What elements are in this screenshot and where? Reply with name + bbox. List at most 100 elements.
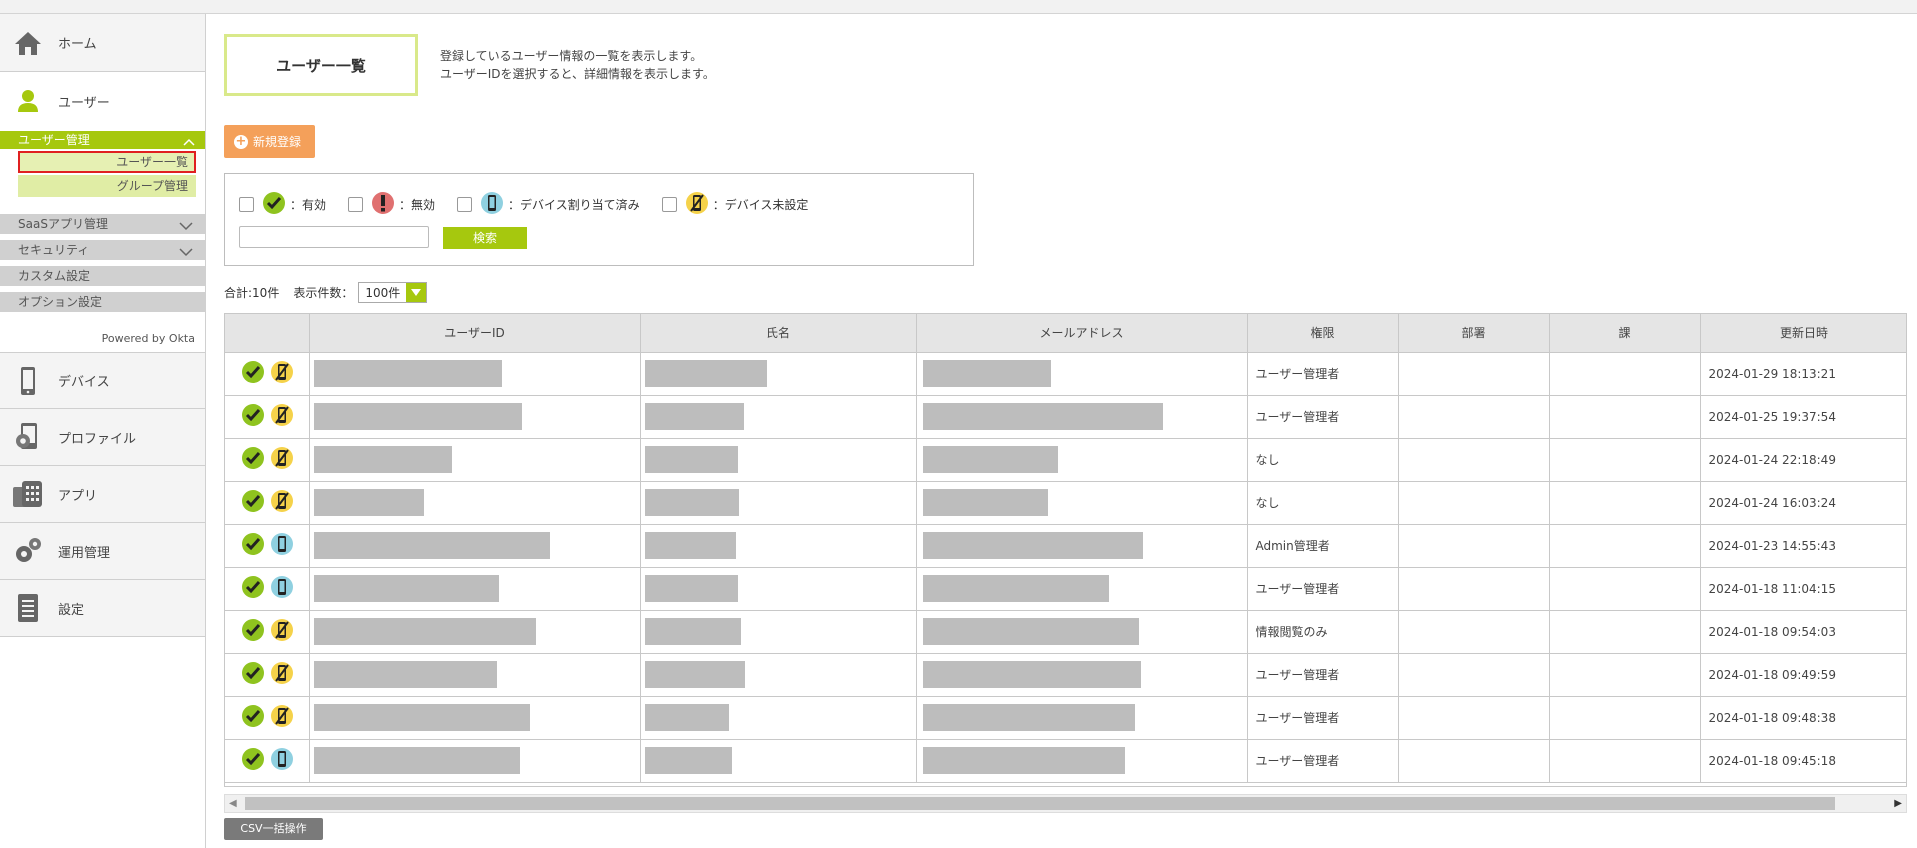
updated-cell: 2024-01-18 09:49:59 [1700,653,1906,697]
redacted-user-id[interactable] [313,360,502,387]
redacted-user-id[interactable] [313,489,424,516]
sidebar-item-user-list[interactable]: ユーザー一覧 [18,151,196,173]
redacted-user-id[interactable] [313,618,536,645]
nav-device[interactable]: デバイス [0,352,205,409]
col-section[interactable]: 課 [1549,314,1701,353]
device-unassigned-icon [270,489,294,516]
check-icon [241,446,265,473]
sidebar-item-group-mgmt[interactable]: グループ管理 [18,175,196,197]
nav-settings[interactable]: 設定 [0,580,205,637]
dept-cell [1398,739,1550,783]
filter-inactive-label: ：無効 [399,198,436,212]
scroll-right-icon[interactable]: ▶ [1894,798,1902,809]
redacted-name [644,575,738,602]
desc-line-2: ユーザーIDを選択すると、詳細情報を表示します。 [440,67,715,81]
col-email[interactable]: メールアドレス [916,314,1248,353]
search-button[interactable]: 検索 [443,227,527,249]
per-page-select[interactable]: 100件 [358,282,428,303]
nav-app-label: アプリ [58,488,98,504]
status-cell [225,739,310,783]
nav-home-label: ホーム [58,37,97,52]
col-user-id[interactable]: ユーザーID [309,314,641,353]
filter-device-unassigned[interactable]: ：デバイス未設定 [661,191,808,218]
user-table: ユーザーID 氏名 メールアドレス 権限 部署 課 更新日時 ユーザー管理者 20… [224,313,1907,787]
table-row[interactable]: なし 2024-01-24 22:18:49 [225,438,1906,482]
filter-device-assigned[interactable]: ：デバイス割り当て済み [457,191,640,218]
sidebar-saas[interactable]: SaaSアプリ管理 [0,214,205,234]
search-input[interactable] [239,226,429,248]
user-id-cell[interactable] [309,696,641,740]
nav-ops[interactable]: 運用管理 [0,523,205,580]
table-row[interactable]: Admin管理者 2024-01-23 14:55:43 [225,524,1906,568]
user-id-cell[interactable] [309,481,641,525]
user-id-cell[interactable] [309,653,641,697]
redacted-user-id[interactable] [313,575,499,602]
filter-active[interactable]: ：有効 [239,191,326,218]
checkbox-active[interactable] [239,197,254,212]
nav-profile[interactable]: プロファイル [0,409,205,466]
email-cell [916,653,1248,697]
section-cell [1549,352,1701,396]
sidebar-option[interactable]: オプション設定 [0,292,205,312]
name-cell [640,610,917,654]
col-updated[interactable]: 更新日時 [1700,314,1906,353]
redacted-user-id[interactable] [313,403,522,430]
user-id-cell[interactable] [309,524,641,568]
sidebar-custom[interactable]: カスタム設定 [0,266,205,286]
dept-cell [1398,653,1550,697]
redacted-name [644,704,729,731]
redacted-user-id[interactable] [313,446,452,473]
filter-inactive[interactable]: ：無効 [348,191,435,218]
scrollbar-thumb[interactable] [245,797,1835,810]
table-row[interactable]: ユーザー管理者 2024-01-18 11:04:15 [225,567,1906,611]
status-cell [225,395,310,439]
table-row[interactable]: ユーザー管理者 2024-01-25 19:37:54 [225,395,1906,439]
redacted-email [922,532,1143,559]
chevron-up-icon [183,134,195,152]
col-dept[interactable]: 部署 [1398,314,1550,353]
csv-bulk-button[interactable]: CSV一括操作 [224,818,323,840]
table-row[interactable]: ユーザー管理者 2024-01-18 09:49:59 [225,653,1906,697]
checkbox-inactive[interactable] [348,197,364,212]
nav-profile-label: プロファイル [58,431,137,447]
powered-by-text: Powered by Okta [101,332,195,345]
dept-cell [1398,524,1550,568]
user-id-cell[interactable] [309,739,641,783]
table-row[interactable]: ユーザー管理者 2024-01-18 09:45:18 [225,739,1906,783]
redacted-user-id[interactable] [313,532,550,559]
nav-app[interactable]: アプリ [0,466,205,523]
new-register-button[interactable]: + 新規登録 [224,125,315,158]
user-id-cell[interactable] [309,352,641,396]
updated-cell: 2024-01-25 19:37:54 [1700,395,1906,439]
status-cell [225,481,310,525]
checkbox-device-assigned[interactable] [457,197,473,212]
nav-home[interactable]: ホーム [0,14,205,72]
device-unassigned-icon [270,661,294,688]
horizontal-scrollbar[interactable]: ◀ ▶ [224,794,1907,813]
sidebar-security[interactable]: セキュリティ [0,240,205,260]
table-row[interactable]: ユーザー管理者 2024-01-18 09:48:38 [225,696,1906,740]
user-mgmt-header[interactable]: ユーザー管理 [0,131,205,149]
redacted-user-id[interactable] [313,704,530,731]
user-id-cell[interactable] [309,395,641,439]
user-id-cell[interactable] [309,438,641,482]
nav-user[interactable]: ユーザー [0,72,205,130]
user-id-cell[interactable] [309,567,641,611]
redacted-user-id[interactable] [313,661,497,688]
email-cell [916,696,1248,740]
redacted-user-id[interactable] [313,747,520,774]
table-row[interactable]: 情報閲覧のみ 2024-01-18 09:54:03 [225,610,1906,654]
email-cell [916,524,1248,568]
table-row[interactable]: ユーザー管理者 2024-01-29 18:13:21 [225,352,1906,396]
name-cell [640,481,917,525]
checkbox-device-unassigned[interactable] [661,197,677,212]
user-id-cell[interactable] [309,610,641,654]
scroll-left-icon[interactable]: ◀ [229,798,237,809]
table-row[interactable]: なし 2024-01-24 16:03:24 [225,481,1906,525]
col-name[interactable]: 氏名 [640,314,917,353]
device-assigned-icon [270,575,294,602]
col-role[interactable]: 権限 [1247,314,1399,353]
email-cell [916,739,1248,783]
redacted-name [644,360,767,387]
filter-panel: ：有効 ：無効 ：デバイス割り当て済み ：デバイス未設定 検索 [224,173,974,266]
